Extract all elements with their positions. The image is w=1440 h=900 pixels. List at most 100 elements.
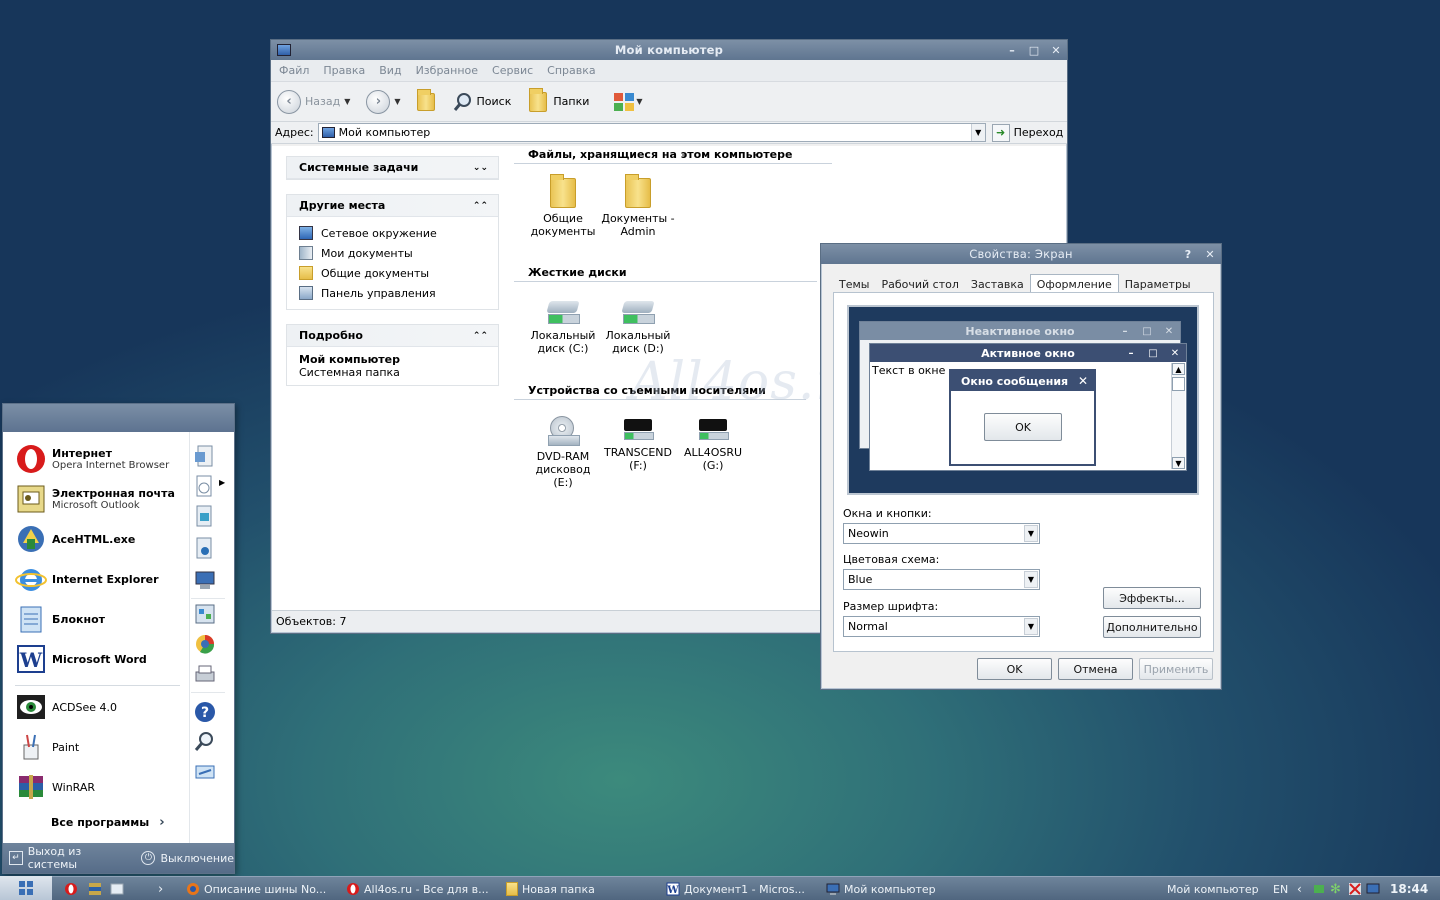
task-word[interactable]: W Документ1 - Micros...: [666, 880, 805, 898]
chevron-down-icon[interactable]: ▼: [1024, 571, 1038, 588]
views-dropdown-icon[interactable]: ▼: [636, 97, 642, 106]
menu-file[interactable]: Файл: [279, 64, 309, 77]
back-dropdown-icon[interactable]: ▼: [344, 97, 350, 106]
title-bar[interactable]: Свойства: Экран ? ✕: [821, 244, 1221, 264]
search-button[interactable]: Поиск: [453, 92, 511, 112]
collapse-chevron-icon[interactable]: ⌃⌃: [473, 201, 488, 211]
color-scheme-select[interactable]: Blue ▼: [843, 569, 1040, 590]
shutdown-button[interactable]: ⏻ Выключение: [141, 851, 234, 865]
menu-help[interactable]: Справка: [547, 64, 595, 77]
chevron-down-icon[interactable]: ▼: [1024, 618, 1038, 635]
start-item-acehtml[interactable]: AceHTML.exe: [15, 521, 135, 557]
expand-chevron-icon[interactable]: ⌄⌄: [473, 163, 488, 173]
help-icon[interactable]: ?: [193, 700, 217, 724]
tray-network-icon[interactable]: [1312, 880, 1326, 898]
start-item-acdsee[interactable]: ACDSee 4.0: [15, 689, 117, 725]
link-control-panel[interactable]: Панель управления: [299, 283, 498, 303]
printers-icon[interactable]: [193, 662, 217, 686]
quicklaunch-winrar-icon[interactable]: [88, 880, 102, 898]
address-input[interactable]: Мой компьютер ▼: [317, 123, 986, 142]
help-button[interactable]: ?: [1177, 245, 1199, 263]
maximize-button[interactable]: □: [1023, 41, 1045, 59]
link-shared-documents[interactable]: Общие документы: [299, 263, 498, 283]
go-button[interactable]: ➜ Переход: [991, 123, 1063, 142]
recent-documents-icon[interactable]: [193, 474, 217, 498]
task-my-computer[interactable]: Мой компьютер: [826, 880, 936, 898]
menu-tools[interactable]: Сервис: [492, 64, 533, 77]
up-folder-button[interactable]: [416, 88, 435, 111]
drive-f-item[interactable]: TRANSCEND (F:): [600, 416, 676, 472]
task-firefox[interactable]: Описание шины No...: [186, 880, 326, 898]
start-item-email[interactable]: Электронная почта Microsoft Outlook: [15, 481, 175, 517]
tab-settings[interactable]: Параметры: [1119, 275, 1197, 293]
tab-desktop[interactable]: Рабочий стол: [875, 275, 964, 293]
music-icon[interactable]: [193, 536, 217, 560]
tab-screensaver[interactable]: Заставка: [965, 275, 1030, 293]
forward-button[interactable]: › ▼: [366, 89, 406, 114]
chevron-down-icon[interactable]: ▼: [1024, 525, 1038, 542]
pictures-icon[interactable]: [193, 504, 217, 528]
cancel-button[interactable]: Отмена: [1058, 658, 1133, 680]
start-item-internet[interactable]: Интернет Opera Internet Browser: [15, 441, 169, 477]
menu-edit[interactable]: Правка: [323, 64, 365, 77]
my-computer-icon[interactable]: [193, 568, 217, 592]
address-dropdown-icon[interactable]: ▼: [970, 124, 985, 141]
folders-button[interactable]: Папки: [529, 87, 589, 112]
close-button[interactable]: ✕: [1199, 245, 1221, 263]
ok-button[interactable]: OK: [977, 658, 1052, 680]
search-icon[interactable]: [193, 730, 217, 754]
task-opera[interactable]: All4os.ru - Все для в...: [346, 880, 489, 898]
tray-gear-icon[interactable]: ✻: [1330, 880, 1341, 898]
tray-display-icon[interactable]: [1366, 880, 1380, 898]
start-item-notepad[interactable]: Блокнот: [15, 601, 105, 637]
quicklaunch-opera-icon[interactable]: [64, 880, 78, 898]
tab-themes[interactable]: Темы: [833, 275, 875, 293]
system-tasks-header[interactable]: Системные задачи ⌄⌄: [287, 157, 498, 179]
run-icon[interactable]: [193, 760, 217, 784]
start-button[interactable]: [0, 876, 52, 900]
link-my-documents[interactable]: Мои документы: [299, 243, 498, 263]
start-item-word[interactable]: W Microsoft Word: [15, 641, 147, 677]
drive-g-item[interactable]: ALL4OSRU (G:): [675, 416, 751, 472]
tray-antivirus-icon[interactable]: [1348, 880, 1362, 898]
advanced-button[interactable]: Дополнительно: [1103, 616, 1201, 638]
logoff-button[interactable]: ↵ Выход из системы: [9, 845, 131, 871]
quicklaunch-expand-icon[interactable]: ›: [158, 880, 163, 898]
windows-buttons-select[interactable]: Neowin ▼: [843, 523, 1040, 544]
details-panel: Подробно ⌃⌃ Мой компьютер Системная папк…: [286, 324, 499, 386]
effects-button[interactable]: Эффекты...: [1103, 587, 1201, 609]
documents-icon[interactable]: [193, 444, 217, 468]
start-item-ie[interactable]: Internet Explorer: [15, 561, 159, 597]
control-panel-icon[interactable]: [193, 602, 217, 626]
start-item-paint[interactable]: Paint: [15, 729, 79, 765]
network-icon[interactable]: [193, 632, 217, 656]
start-item-winrar[interactable]: WinRAR: [15, 769, 95, 805]
back-button[interactable]: ‹ Назад ▼: [277, 89, 356, 114]
language-indicator[interactable]: EN: [1273, 880, 1288, 898]
clock[interactable]: 18:44: [1390, 880, 1428, 898]
views-button[interactable]: ▼: [613, 92, 648, 112]
drive-d-item[interactable]: Локальный диск (D:): [600, 299, 676, 355]
other-places-header[interactable]: Другие места ⌃⌃: [287, 195, 498, 217]
task-new-folder[interactable]: Новая папка: [506, 880, 595, 898]
tray-expand-icon[interactable]: ‹: [1297, 880, 1302, 898]
drive-e-item[interactable]: DVD-RAM дисковод (E:): [525, 416, 601, 489]
quicklaunch-desktop-icon[interactable]: [110, 880, 124, 898]
menu-view[interactable]: Вид: [379, 64, 401, 77]
collapse-chevron-icon[interactable]: ⌃⌃: [473, 331, 488, 341]
menu-favorites[interactable]: Избранное: [416, 64, 478, 77]
all-programs-button[interactable]: Все программы ›: [51, 815, 165, 830]
link-network-places[interactable]: Сетевое окружение: [299, 223, 498, 243]
close-button[interactable]: ✕: [1045, 41, 1067, 59]
forward-dropdown-icon[interactable]: ▼: [394, 97, 400, 106]
title-bar[interactable]: Мой компьютер – □ ✕: [271, 40, 1067, 60]
minimize-button[interactable]: –: [1001, 41, 1023, 59]
font-size-select[interactable]: Normal ▼: [843, 616, 1040, 637]
admin-documents-item[interactable]: Документы - Admin: [600, 174, 676, 238]
tab-appearance[interactable]: Оформление: [1029, 274, 1119, 294]
apply-button[interactable]: Применить: [1139, 658, 1213, 680]
drive-c-item[interactable]: Локальный диск (C:): [525, 299, 601, 355]
shared-documents-item[interactable]: Общие документы: [525, 174, 601, 238]
address-toolbar-label[interactable]: Мой компьютер: [1167, 880, 1259, 898]
details-header[interactable]: Подробно ⌃⌃: [287, 325, 498, 347]
